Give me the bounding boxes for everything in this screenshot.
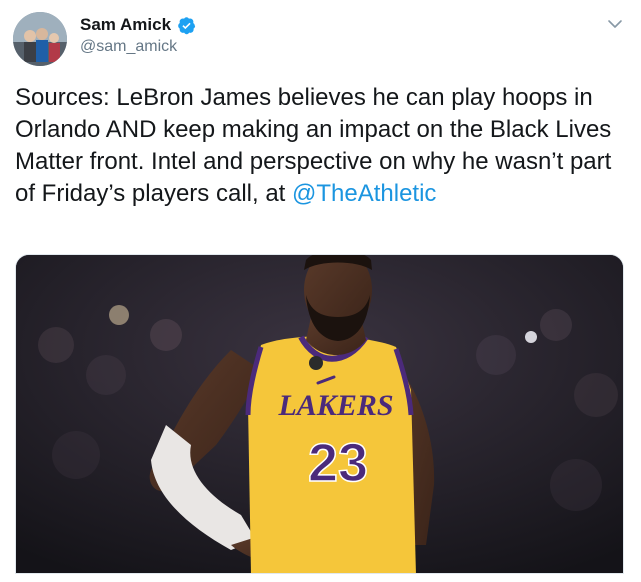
tweet-card: Sam Amick @sam_amick Sources: LeBron Jam… [0,0,641,582]
mention-link[interactable]: @TheAthletic [292,180,436,207]
handle[interactable]: @sam_amick [80,38,177,56]
jersey-number-text: 23 [308,433,368,493]
avatar[interactable] [13,12,67,66]
chevron-down-icon[interactable] [605,14,625,34]
display-name[interactable]: Sam Amick [80,15,171,35]
tweet-text: Sources: LeBron James believes he can pl… [15,82,627,210]
jersey-team-text: LAKERS [277,389,393,422]
name-row: Sam Amick [80,15,196,35]
tweet-media-image[interactable]: LAKERS 23 [15,254,624,574]
verified-badge-icon [177,16,196,35]
